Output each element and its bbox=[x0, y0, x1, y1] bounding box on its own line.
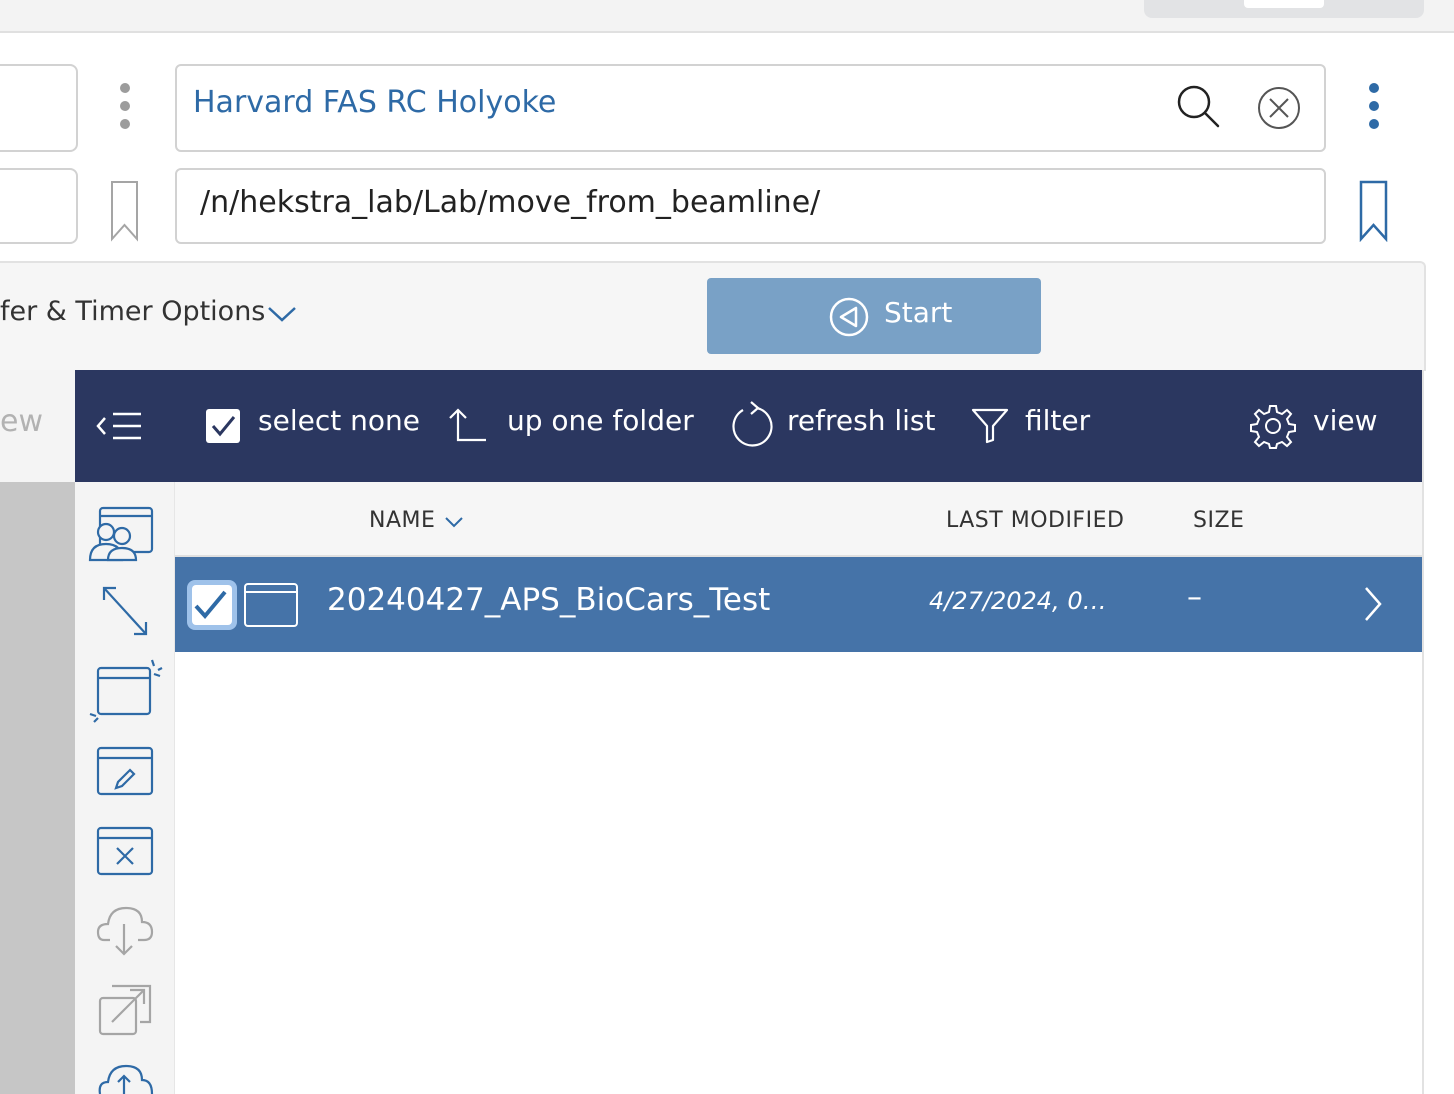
folder-icon bbox=[243, 580, 299, 628]
more-options-icon[interactable] bbox=[1361, 80, 1387, 132]
up-one-folder-button[interactable]: up one folder bbox=[507, 404, 694, 437]
column-header-size[interactable]: SIZE bbox=[1193, 508, 1244, 533]
left-bookmark-icon[interactable] bbox=[110, 180, 140, 242]
open-external-icon[interactable] bbox=[96, 982, 154, 1040]
chevron-right-icon[interactable] bbox=[1362, 586, 1386, 622]
share-collection-icon[interactable] bbox=[86, 502, 156, 564]
filter-button[interactable]: filter bbox=[1025, 404, 1090, 437]
path-value[interactable]: /n/hekstra_lab/Lab/move_from_beamline/ bbox=[200, 185, 820, 220]
row-checkbox[interactable] bbox=[185, 578, 239, 632]
sort-chevron-down-icon[interactable] bbox=[444, 516, 464, 528]
left-collection-field[interactable] bbox=[0, 64, 78, 152]
rename-folder-icon[interactable] bbox=[96, 744, 154, 796]
refresh-list-button[interactable]: refresh list bbox=[787, 404, 935, 437]
view-button[interactable]: view bbox=[1313, 404, 1377, 437]
filter-icon[interactable] bbox=[971, 408, 1009, 444]
cloud-upload-icon[interactable] bbox=[96, 1062, 154, 1094]
left-more-options-icon[interactable] bbox=[112, 80, 138, 132]
clear-icon[interactable] bbox=[1257, 86, 1303, 132]
panel-right-border bbox=[1422, 370, 1424, 1094]
column-header-last-modified[interactable]: LAST MODIFIED bbox=[946, 508, 1124, 533]
resize-arrows-icon[interactable] bbox=[98, 582, 152, 640]
file-size: – bbox=[1187, 580, 1202, 615]
column-header-name[interactable]: NAME bbox=[369, 508, 435, 533]
transfer-timer-options-toggle[interactable]: fer & Timer Options bbox=[0, 296, 265, 327]
left-panel-list bbox=[0, 482, 75, 1094]
left-path-field[interactable] bbox=[0, 168, 78, 244]
gear-icon[interactable] bbox=[1250, 403, 1296, 449]
new-folder-icon[interactable] bbox=[88, 658, 164, 724]
collection-name[interactable]: Harvard FAS RC Holyoke bbox=[193, 85, 556, 120]
up-arrow-icon[interactable] bbox=[446, 408, 488, 444]
collapse-menu-icon[interactable] bbox=[95, 408, 143, 444]
start-button-label[interactable]: Start bbox=[884, 296, 952, 329]
start-arrow-icon bbox=[828, 296, 870, 338]
chevron-down-icon[interactable] bbox=[266, 304, 298, 324]
start-button[interactable] bbox=[707, 278, 1041, 354]
cloud-download-icon[interactable] bbox=[96, 904, 154, 958]
file-name[interactable]: 20240427_APS_BioCars_Test bbox=[327, 582, 770, 618]
select-none-checkbox-icon[interactable] bbox=[205, 408, 241, 444]
refresh-icon[interactable] bbox=[727, 400, 775, 448]
bookmark-icon[interactable] bbox=[1359, 180, 1389, 242]
delete-folder-icon[interactable] bbox=[96, 824, 154, 876]
select-none-button[interactable]: select none bbox=[258, 404, 420, 437]
browser-tab-active[interactable] bbox=[1244, 0, 1324, 8]
left-panel-view-label[interactable]: ew bbox=[0, 404, 43, 439]
file-last-modified: 4/27/2024, 04:... bbox=[929, 587, 1121, 615]
search-icon[interactable] bbox=[1176, 84, 1222, 130]
